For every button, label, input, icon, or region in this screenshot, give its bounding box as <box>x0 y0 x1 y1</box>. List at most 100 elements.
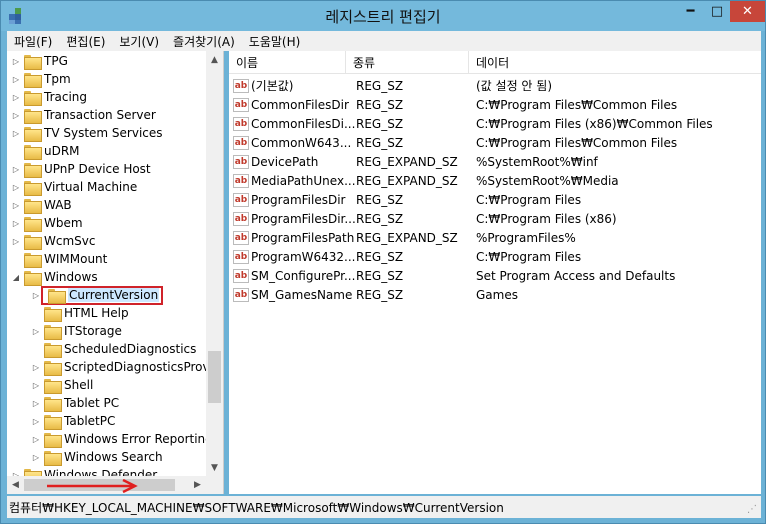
column-header-type[interactable]: 종류 <box>346 51 469 73</box>
folder-icon <box>24 180 42 196</box>
expand-arrow-icon[interactable]: ▷ <box>11 196 21 214</box>
scroll-down-arrow-icon[interactable]: ▼ <box>206 459 223 476</box>
expand-arrow-icon[interactable]: ▷ <box>31 394 41 412</box>
key-tree-pane[interactable]: ▷ TPG ▷ Tpm ▷ Tracing ▷ Transaction Server ▷ TV S… <box>7 51 224 494</box>
tree-item-label: WIMMount <box>44 252 108 266</box>
status-path: 컴퓨터₩HKEY_LOCAL_MACHINE₩SOFTWARE₩Microsof… <box>9 500 504 515</box>
scroll-right-arrow-icon[interactable]: ▶ <box>189 476 206 494</box>
expand-arrow-icon[interactable]: ▷ <box>31 448 41 466</box>
value-row[interactable]: ab SM_GamesName REG_SZ Games <box>229 285 761 304</box>
tree-item-label: TPG <box>44 54 68 68</box>
menu-help[interactable]: 도움말(H) <box>242 33 308 50</box>
string-value-icon: ab <box>233 78 249 93</box>
tree-item[interactable]: ◢ Windows <box>11 268 98 286</box>
tree-item[interactable]: HTML Help <box>31 304 129 322</box>
expand-arrow-icon[interactable]: ▷ <box>11 52 21 70</box>
tree-item-label: Virtual Machine <box>44 180 138 194</box>
folder-icon <box>24 90 42 106</box>
value-row[interactable]: ab SM_ConfigurePr... REG_SZ Set Program Acc… <box>229 266 761 285</box>
selected-key-highlight[interactable]: CurrentVersion <box>41 285 164 305</box>
column-header-name[interactable]: 이름 <box>229 51 346 73</box>
value-data: C:₩Program Files₩Common Files <box>476 97 678 112</box>
folder-icon <box>44 414 62 430</box>
maximize-button[interactable]: □ <box>704 1 730 22</box>
expand-arrow-icon[interactable]: ▷ <box>31 286 41 304</box>
resize-grip-icon[interactable]: ⋰ <box>747 504 759 516</box>
value-row[interactable]: ab ProgramFilesPath REG_EXPAND_SZ %ProgramF… <box>229 228 761 247</box>
tree-item[interactable]: ▷ TV System Services <box>11 124 163 142</box>
column-header-data[interactable]: 데이터 <box>469 51 761 73</box>
menu-view[interactable]: 보기(V) <box>112 33 166 50</box>
tree-item[interactable]: ▷ Shell <box>31 376 93 394</box>
tree-item[interactable]: ▷ Tracing <box>11 88 87 106</box>
value-data: %SystemRoot%₩Media <box>476 173 619 188</box>
tree-item[interactable]: ▷ CurrentVersion <box>31 285 164 305</box>
tree-item[interactable]: ▷ Virtual Machine <box>11 178 137 196</box>
expand-arrow-icon[interactable]: ▷ <box>31 430 41 448</box>
tree-item-label: ITStorage <box>64 324 122 338</box>
tree-item[interactable]: ▷ ScriptedDiagnosticsProvic <box>31 358 220 376</box>
string-value-icon: ab <box>233 135 249 150</box>
value-row[interactable]: ab ProgramW6432... REG_SZ C:₩Program Files <box>229 247 761 266</box>
values-list-pane[interactable]: 이름 종류 데이터 ab (기본값) REG_SZ (값 설정 안 됨) ab Commo… <box>229 51 761 494</box>
tree-item[interactable]: uDRM <box>11 142 80 160</box>
scroll-up-arrow-icon[interactable]: ▲ <box>206 51 223 68</box>
value-row[interactable]: ab CommonW643... REG_SZ C:₩Program Files₩Co… <box>229 133 761 152</box>
value-row[interactable]: ab MediaPathUnex... REG_EXPAND_SZ %SystemRo… <box>229 171 761 190</box>
expand-arrow-icon[interactable]: ▷ <box>11 178 21 196</box>
expand-arrow-icon[interactable]: ▷ <box>31 322 41 340</box>
tree-item[interactable]: ▷ Windows Error Reporting <box>31 430 213 448</box>
tree-item[interactable]: ▷ ITStorage <box>31 322 122 340</box>
value-data: %SystemRoot%₩inf <box>476 154 598 169</box>
expand-arrow-icon[interactable]: ▷ <box>11 160 21 178</box>
tree-item[interactable]: ScheduledDiagnostics <box>31 340 196 358</box>
expand-arrow-icon[interactable]: ▷ <box>31 358 41 376</box>
tree-item[interactable]: ▷ Wbem <box>11 214 83 232</box>
red-annotation-arrow-icon <box>47 479 138 493</box>
tree-item[interactable]: ▷ WAB <box>11 196 72 214</box>
tree-item-label: UPnP Device Host <box>44 162 151 176</box>
expand-arrow-icon[interactable]: ▷ <box>11 124 21 142</box>
value-row[interactable]: ab CommonFilesDir REG_SZ C:₩Program Files₩C… <box>229 95 761 114</box>
string-value-icon: ab <box>233 268 249 283</box>
expand-arrow-icon[interactable]: ▷ <box>11 214 21 232</box>
tree-item[interactable]: ▷ UPnP Device Host <box>11 160 151 178</box>
value-row[interactable]: ab ProgramFilesDir REG_SZ C:₩Program Files <box>229 190 761 209</box>
value-row[interactable]: ab (기본값) REG_SZ (값 설정 안 됨) <box>229 76 761 95</box>
tree-item[interactable]: ▷ Tpm <box>11 70 71 88</box>
string-value-icon: ab <box>233 97 249 112</box>
tree-item[interactable]: WIMMount <box>11 250 107 268</box>
tree-item[interactable]: ▷ Windows Search <box>31 448 163 466</box>
value-row[interactable]: ab ProgramFilesDir... REG_SZ C:₩Program Fil… <box>229 209 761 228</box>
tree-item-label: TV System Services <box>44 126 163 140</box>
tree-vertical-scroll-thumb[interactable] <box>208 351 221 403</box>
expand-arrow-icon[interactable]: ◢ <box>11 268 21 286</box>
status-bar: 컴퓨터₩HKEY_LOCAL_MACHINE₩SOFTWARE₩Microsof… <box>7 496 761 518</box>
expand-arrow-icon[interactable]: ▷ <box>11 70 21 88</box>
value-row[interactable]: ab CommonFilesDi... REG_SZ C:₩Program Files… <box>229 114 761 133</box>
tree-vertical-scrollbar[interactable]: ▲ ▼ <box>206 51 223 476</box>
tree-item[interactable]: ▷ Transaction Server <box>11 106 156 124</box>
expand-arrow-icon[interactable]: ▷ <box>11 106 21 124</box>
value-row[interactable]: ab DevicePath REG_EXPAND_SZ %SystemRoot%₩in… <box>229 152 761 171</box>
expand-arrow-icon[interactable]: ▷ <box>31 376 41 394</box>
expand-arrow-icon[interactable]: ▷ <box>11 88 21 106</box>
tree-item[interactable]: ▷ TabletPC <box>31 412 115 430</box>
value-name: ProgramW6432... <box>251 249 356 264</box>
close-button[interactable]: ✕ <box>730 1 765 22</box>
scrollbar-corner <box>206 476 223 494</box>
tree-item[interactable]: ▷ WcmSvc <box>11 232 95 250</box>
menu-edit[interactable]: 편집(E) <box>59 33 112 50</box>
tree-item[interactable]: ▷ Tablet PC <box>31 394 119 412</box>
expand-arrow-icon[interactable]: ▷ <box>31 412 41 430</box>
menu-favorites[interactable]: 즐겨찾기(A) <box>166 33 242 50</box>
tree-item-label: Tablet PC <box>64 396 120 410</box>
value-name: ProgramFilesDir... <box>251 211 356 226</box>
title-bar[interactable]: 레지스트리 편집기 ━ □ ✕ <box>1 1 765 31</box>
menu-file[interactable]: 파일(F) <box>7 33 59 50</box>
value-type: REG_SZ <box>356 249 404 264</box>
expand-arrow-icon[interactable]: ▷ <box>11 232 21 250</box>
tree-item[interactable]: ▷ TPG <box>11 52 68 70</box>
minimize-button[interactable]: ━ <box>677 1 704 22</box>
scroll-left-arrow-icon[interactable]: ◀ <box>7 476 24 494</box>
